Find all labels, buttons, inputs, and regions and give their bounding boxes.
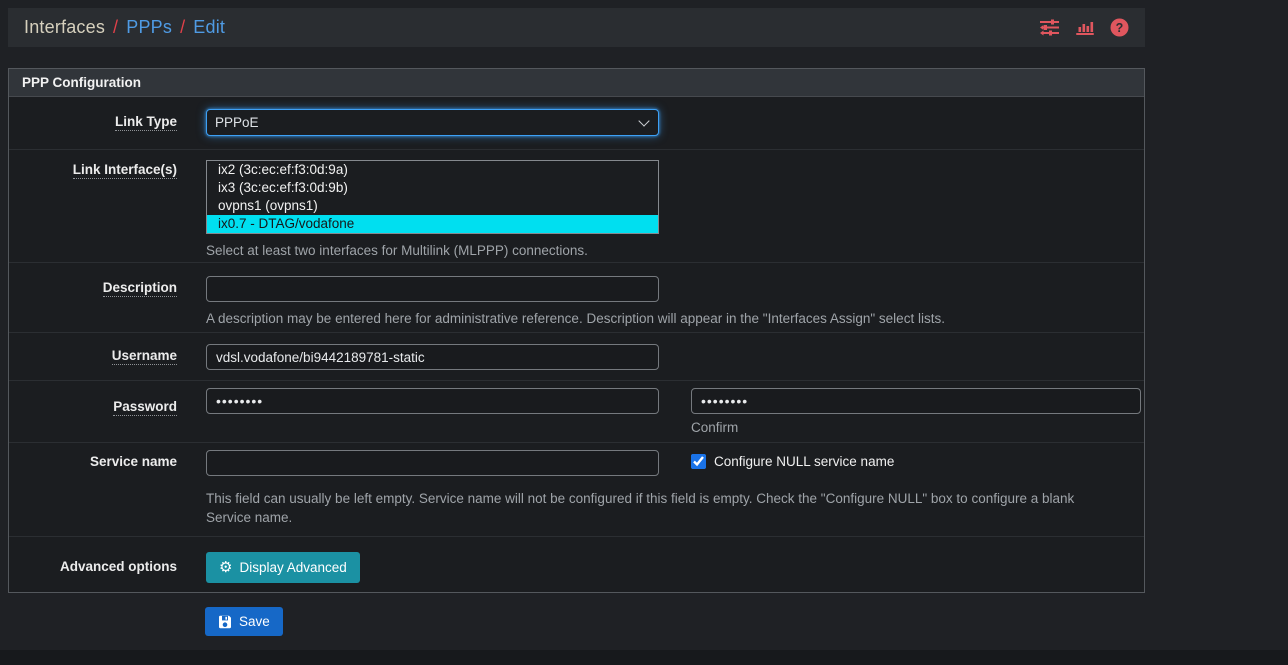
breadcrumb-link-edit[interactable]: Edit bbox=[193, 17, 225, 38]
link-interfaces-label: Link Interface(s) bbox=[9, 160, 206, 262]
breadcrumb-separator: / bbox=[113, 17, 118, 38]
page-footer bbox=[0, 650, 1288, 665]
description-input[interactable] bbox=[206, 276, 659, 302]
breadcrumb-separator: / bbox=[180, 17, 185, 38]
service-name-label: Service name bbox=[9, 450, 206, 536]
save-area: Save bbox=[205, 607, 283, 636]
service-name-input[interactable] bbox=[206, 450, 659, 476]
link-type-select[interactable]: PPPoE bbox=[206, 109, 659, 136]
svg-text:?: ? bbox=[1116, 21, 1124, 35]
link-interfaces-row: Link Interface(s) ix2 (3c:ec:ef:f3:0d:9a… bbox=[9, 150, 1144, 263]
chart-bar-icon[interactable] bbox=[1075, 19, 1095, 36]
top-navbar: Interfaces / PPPs / Edit bbox=[8, 8, 1145, 47]
breadcrumb-link-ppps[interactable]: PPPs bbox=[126, 17, 172, 38]
question-circle-icon[interactable]: ? bbox=[1110, 18, 1129, 37]
ppp-edit-page: Interfaces / PPPs / Edit bbox=[0, 0, 1288, 665]
navbar-icon-group: ? bbox=[1039, 18, 1129, 37]
description-help: A description may be entered here for ad… bbox=[206, 309, 1128, 328]
save-button[interactable]: Save bbox=[205, 607, 283, 636]
username-row: Username bbox=[9, 333, 1144, 381]
description-label: Description bbox=[9, 276, 206, 332]
null-service-checkbox-group: Configure NULL service name bbox=[691, 450, 894, 469]
confirm-caption: Confirm bbox=[691, 420, 1141, 435]
link-interfaces-help: Select at least two interfaces for Multi… bbox=[206, 241, 1128, 260]
password-label: Password bbox=[9, 388, 206, 442]
description-row: Description A description may be entered… bbox=[9, 263, 1144, 333]
null-service-checkbox-label[interactable]: Configure NULL service name bbox=[714, 454, 894, 469]
interface-option[interactable]: ix3 (3c:ec:ef:f3:0d:9b) bbox=[207, 179, 658, 197]
null-service-checkbox[interactable] bbox=[691, 454, 706, 469]
interface-option-selected[interactable]: ix0.7 - DTAG/vodafone bbox=[207, 215, 658, 233]
password-input[interactable] bbox=[206, 388, 659, 414]
gear-icon: ⚙ bbox=[219, 560, 232, 575]
username-label: Username bbox=[9, 344, 206, 380]
display-advanced-button[interactable]: ⚙ Display Advanced bbox=[206, 552, 360, 583]
breadcrumb-section: Interfaces bbox=[24, 17, 105, 38]
password-row: Password Confirm bbox=[9, 381, 1144, 443]
sliders-icon[interactable] bbox=[1039, 19, 1060, 36]
panel-title: PPP Configuration bbox=[9, 69, 1144, 97]
service-name-help: This field can usually be left empty. Se… bbox=[206, 489, 1111, 527]
link-interfaces-select[interactable]: ix2 (3c:ec:ef:f3:0d:9a) ix3 (3c:ec:ef:f3… bbox=[206, 160, 659, 234]
breadcrumb: Interfaces / PPPs / Edit bbox=[24, 17, 225, 38]
password-confirm-input[interactable] bbox=[691, 388, 1141, 414]
ppp-configuration-panel: PPP Configuration Link Type PPPoE Link I… bbox=[8, 68, 1145, 593]
link-type-label: Link Type bbox=[9, 109, 206, 149]
advanced-options-label: Advanced options bbox=[9, 552, 206, 592]
floppy-icon bbox=[218, 615, 232, 629]
link-type-row: Link Type PPPoE bbox=[9, 97, 1144, 150]
interface-option[interactable]: ovpns1 (ovpns1) bbox=[207, 197, 658, 215]
service-name-row: Service name Configure NULL service name… bbox=[9, 443, 1144, 537]
username-input[interactable] bbox=[206, 344, 659, 370]
advanced-options-row: Advanced options ⚙ Display Advanced bbox=[9, 537, 1144, 592]
interface-option[interactable]: ix2 (3c:ec:ef:f3:0d:9a) bbox=[207, 161, 658, 179]
